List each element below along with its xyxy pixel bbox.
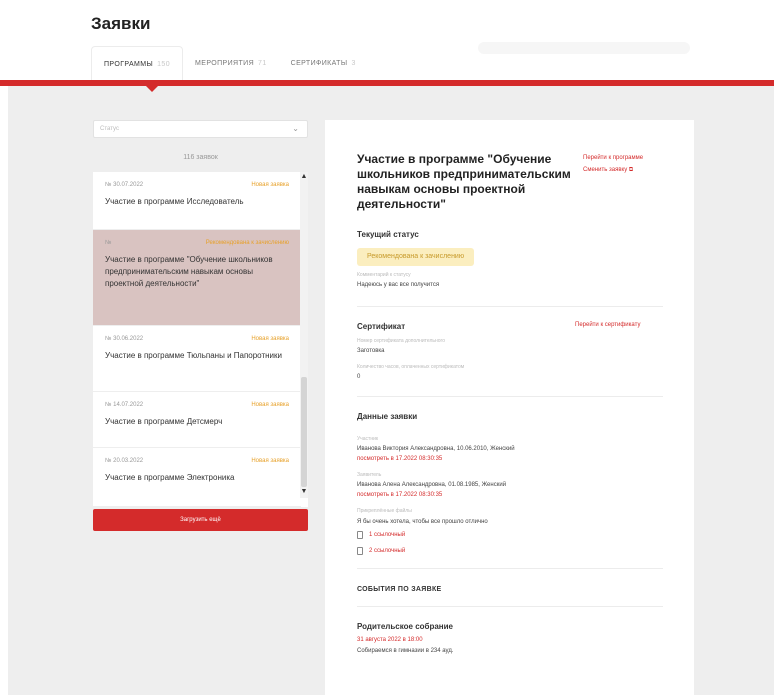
tab-certificates-count: 3 [351,60,356,67]
status-badge: Рекомендована к зачислению [357,248,475,266]
participant-link[interactable]: посмотреть в 17.2022 08:30:35 [357,456,442,462]
go-to-program-link[interactable]: Перейти к программе [583,152,643,164]
list-item-number: № [105,402,112,408]
tab-programs-label: ПРОГРАММЫ [104,61,154,68]
attachments-comment: Я бы очень хотела, чтобы все прошло отли… [357,519,488,525]
copy-icon: ⧉ [628,167,634,173]
list-item-status: Новая заявка [251,402,289,408]
applicant-label: Заявитель [357,472,382,478]
certificate-hours-label: Количество часов, оплаченных сертификато… [357,364,465,370]
certificate-number-value: Заготовка [357,348,385,354]
tab-certificates-label: СЕРТИФИКАТЫ [290,60,348,67]
tab-programs[interactable]: ПРОГРАММЫ 150 [91,46,184,80]
status-filter-placeholder: Статус [100,126,119,132]
scroll-down-icon[interactable]: ▼ [300,488,308,496]
list-item-meta: № 14.07.2022 Новая заявка [105,402,289,412]
change-application-label: Сменить заявку [583,167,628,173]
divider [357,306,663,307]
applications-count: 116 заявок [183,154,218,161]
file-icon [357,547,363,555]
list-item[interactable]: № 30.07.2022 Новая заявка Участие в прогр… [93,172,301,230]
active-tab-notch [146,86,158,92]
attachments-label: Прикреплённые файлы [357,508,412,514]
change-application-link[interactable]: Сменить заявку ⧉ [583,164,643,176]
divider [357,606,663,607]
file-link-2[interactable]: 2 ссылочный [369,548,405,554]
go-to-certificate-link[interactable]: Перейти к сертификату [575,322,640,328]
divider [357,568,663,569]
list-item-number: № [105,458,112,464]
list-item-meta: № 30.06.2022 Новая заявка [105,336,289,346]
list-item-date: 30.06.2022 [113,336,144,342]
certificate-heading: Сертификат [357,322,406,331]
scroll-thumb[interactable] [301,377,307,487]
status-comment-label: Комментарий к статусу [357,272,411,278]
list-item-title: Участие в программе Тюльпаны и Папоротни… [105,351,282,360]
list-item-status: Рекомендована к зачислению [205,240,289,246]
file-link-1[interactable]: 1 ссылочный [369,532,405,538]
list-item[interactable]: № 30.06.2022 Новая заявка Участие в прогр… [93,326,301,392]
list-item[interactable]: № 14.07.2022 Новая заявка Участие в прогр… [93,392,301,448]
load-more-button[interactable]: Загрузить ещё [93,509,308,531]
list-item-selected[interactable]: № Рекомендована к зачислению Участие в п… [93,230,301,326]
page-header: Заявки ПРОГРАММЫ 150 МЕРОПРИЯТИЯ 71 СЕРТИФ… [0,0,774,86]
list-item-title: Участие в программе Исследователь [105,197,244,206]
divider [357,396,663,397]
event-title: Родительское собрание [357,622,453,631]
list-item-number: № [105,240,112,246]
list-item-meta: № Рекомендована к зачислению [105,240,289,250]
event-date: 31 августа 2022 в 18:00 [357,637,423,643]
list-item[interactable]: № 20.03.2022 Новая заявка Участие в прогр… [93,448,301,507]
applications-list-column: Статус ⌄ 116 заявок № 30.07.2022 Новая за… [93,120,308,507]
list-item-title: Участие в программе Электроника [105,473,235,482]
list-item-date: 20.03.2022 [113,458,144,464]
header-search-field[interactable] [478,42,690,54]
tab-certificates[interactable]: СЕРТИФИКАТЫ 3 [279,46,368,80]
list-item-date: 14.07.2022 [113,402,144,408]
applicant-link[interactable]: посмотреть в 17.2022 08:30:35 [357,492,442,498]
participant-label: Участник [357,436,379,442]
scroll-up-icon[interactable]: ▲ [300,173,308,181]
status-comment-value: Надеюсь у вас все получится [357,282,440,288]
list-item-status: Новая заявка [251,336,289,342]
tab-programs-count: 150 [157,61,171,68]
certificate-number-label: Номер сертификата дополнительного [357,338,446,344]
event-description: Собираемся в гимназии в 234 ауд. [357,648,454,654]
applications-list: № 30.07.2022 Новая заявка Участие в прогр… [93,172,308,507]
detail-title: Участие в программе "Обучение школьников… [357,152,571,211]
list-item-meta: № 30.07.2022 Новая заявка [105,182,289,192]
chevron-down-icon: ⌄ [292,124,299,133]
page-title: Заявки [91,14,151,33]
tabs-bar: ПРОГРАММЫ 150 МЕРОПРИЯТИЯ 71 СЕРТИФИКАТЫ 3 [91,46,368,80]
status-filter-select[interactable]: Статус ⌄ [93,120,308,138]
tab-events[interactable]: МЕРОПРИЯТИЯ 71 [183,46,279,80]
participant-value: Иванова Виктория Александровна, 10.06.20… [357,446,515,452]
list-item-date: 30.07.2022 [113,182,144,188]
file-icon [357,531,363,539]
list-item-number: № [105,182,112,188]
application-detail-panel: Участие в программе "Обучение школьников… [325,120,694,695]
tab-events-label: МЕРОПРИЯТИЯ [195,60,255,67]
application-data-heading: Данные заявки [357,412,418,421]
list-item-meta: № 20.03.2022 Новая заявка [105,458,289,468]
tab-events-count: 71 [258,60,267,67]
certificate-hours-value: 0 [357,374,361,380]
applicant-value: Иванова Алена Александровна, 01.08.1985,… [357,482,507,488]
list-item-number: № [105,336,112,342]
list-scrollbar[interactable]: ▲ ▼ [300,172,308,498]
current-status-heading: Текущий статус [357,230,419,239]
list-item-title: Участие в программе Детсмерч [105,417,223,426]
list-item-title: Участие в программе "Обучение школьников… [105,255,273,288]
events-heading: СОБЫТИЯ ПО ЗАЯВКЕ [357,586,442,593]
list-item-status: Новая заявка [251,458,289,464]
detail-links: Перейти к программе Сменить заявку ⧉ [583,152,643,176]
list-item-status: Новая заявка [251,182,289,188]
